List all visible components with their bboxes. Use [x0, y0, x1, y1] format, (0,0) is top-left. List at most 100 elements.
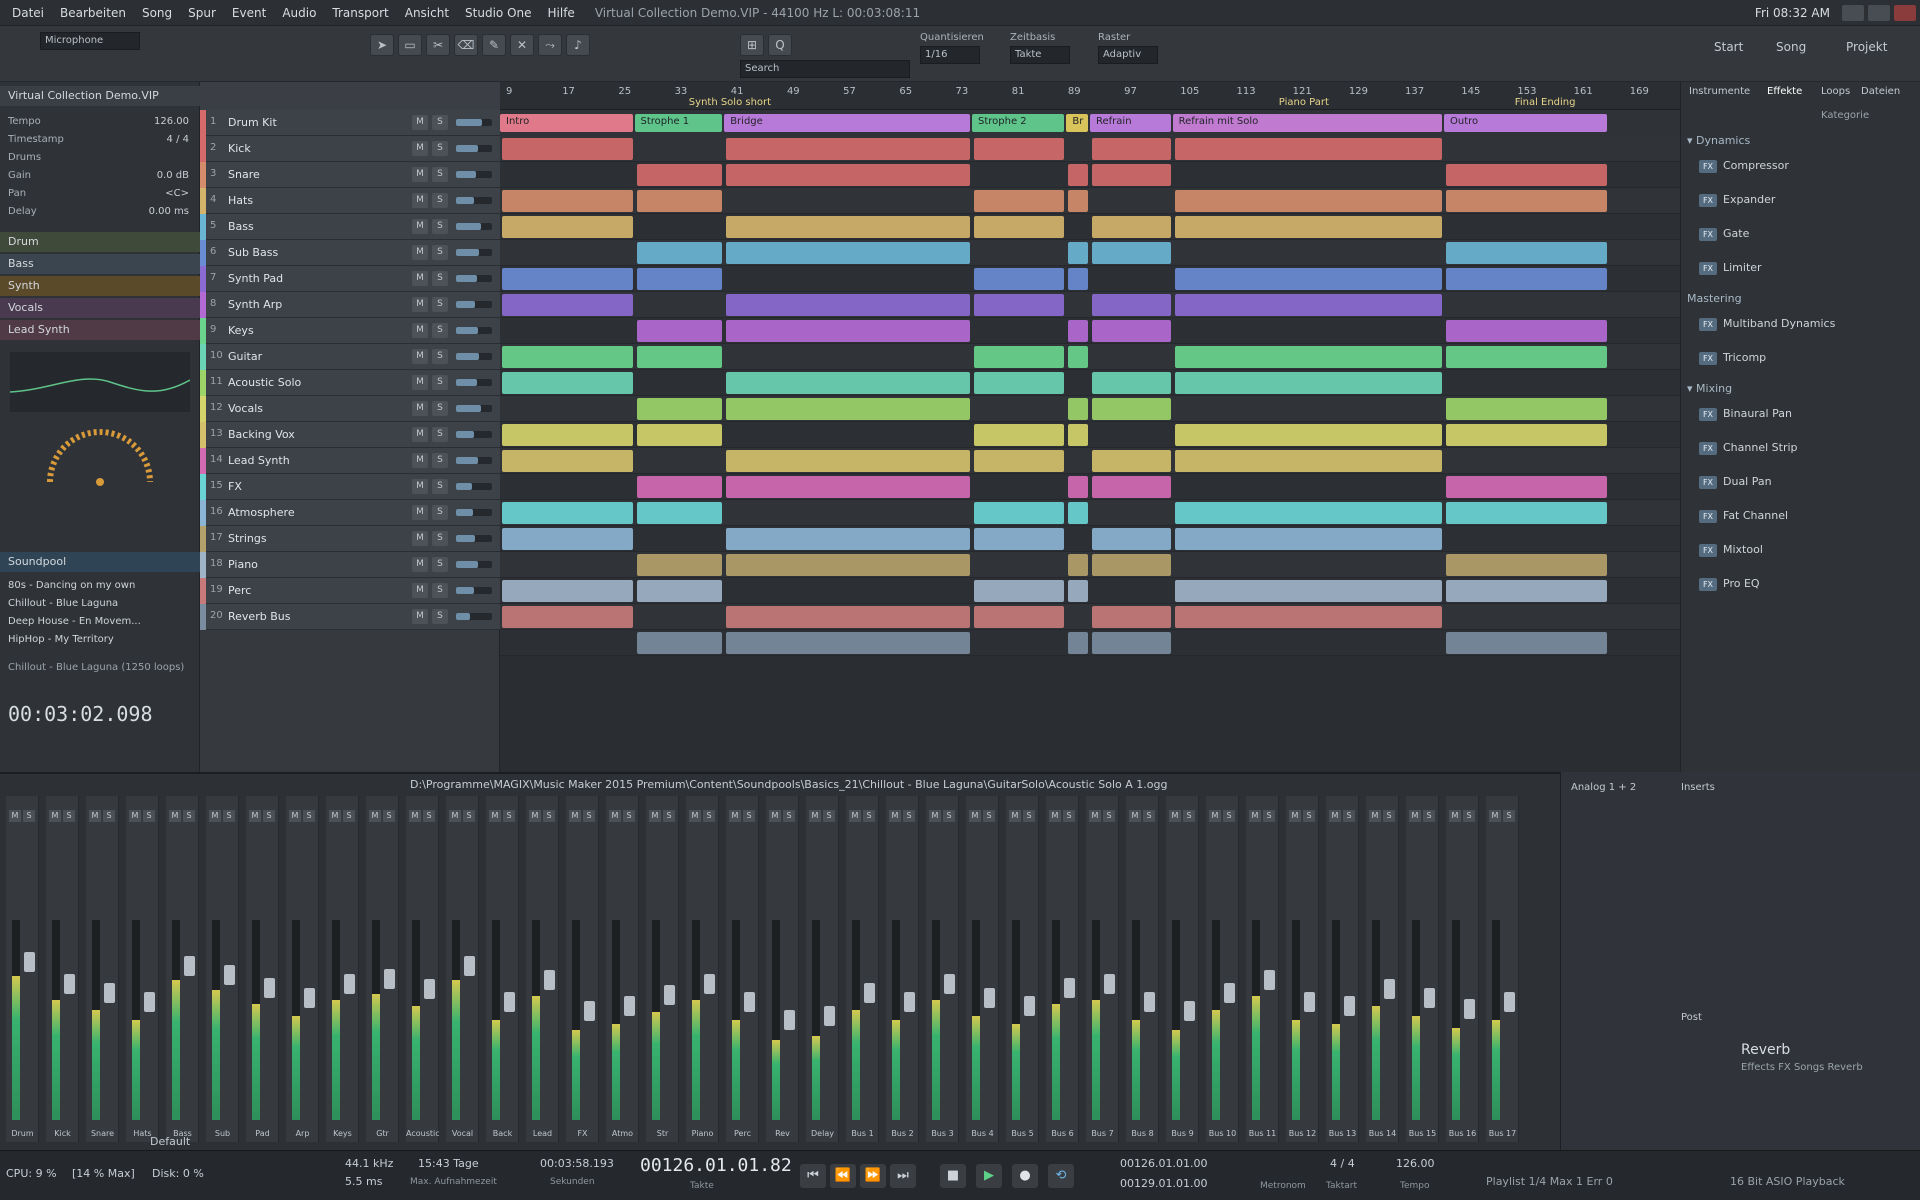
maximize-button[interactable]: [1868, 5, 1890, 21]
preset-select[interactable]: Default: [150, 1135, 190, 1148]
channel-fader[interactable]: [264, 977, 275, 998]
arranger-section[interactable]: Bridge: [724, 114, 970, 132]
mute-button[interactable]: M: [329, 810, 341, 822]
audio-clip[interactable]: [974, 580, 1065, 602]
solo-button[interactable]: S: [503, 810, 515, 822]
audio-clip[interactable]: [1092, 294, 1171, 316]
audio-clip[interactable]: [636, 502, 723, 524]
mixer-channel[interactable]: M S Kick: [46, 796, 79, 1142]
track-lane[interactable]: [500, 604, 1680, 630]
channel-fader[interactable]: [1304, 992, 1315, 1012]
solo-button[interactable]: S: [1383, 810, 1395, 822]
channel-fader[interactable]: [704, 974, 715, 994]
mixer-channel[interactable]: M S Bus 5: [1006, 796, 1039, 1142]
track-header[interactable]: 8 Synth Arp M S: [200, 292, 500, 318]
browser-folder[interactable]: Mastering: [1687, 292, 1742, 305]
audio-clip[interactable]: [1174, 424, 1442, 446]
inspector-row-value[interactable]: 4 / 4: [167, 134, 189, 145]
audio-clip[interactable]: [502, 528, 633, 550]
track-lane[interactable]: [500, 162, 1680, 188]
track-name[interactable]: FX: [228, 480, 242, 493]
mute-button[interactable]: M: [769, 810, 781, 822]
mixer-channel[interactable]: M S Back: [486, 796, 519, 1142]
track-lane[interactable]: [500, 188, 1680, 214]
track-name[interactable]: Acoustic Solo: [228, 376, 301, 389]
channel-fader[interactable]: [1264, 970, 1275, 991]
browser-item[interactable]: FX Mixtool: [1693, 540, 1909, 560]
audio-clip[interactable]: [636, 554, 723, 576]
track-volume-slider[interactable]: [456, 405, 492, 412]
audio-clip[interactable]: [726, 606, 970, 628]
browser-tab-instruments[interactable]: Instrumente: [1689, 86, 1750, 97]
browser-item[interactable]: FX Compressor: [1693, 156, 1909, 176]
mixer-channel[interactable]: M S Arp: [286, 796, 319, 1142]
track-lane[interactable]: [500, 396, 1680, 422]
browser-tab-effects[interactable]: Effekte: [1767, 86, 1802, 97]
mute-button[interactable]: M: [412, 583, 428, 598]
snap-icon[interactable]: ⊞: [740, 34, 764, 56]
track-header[interactable]: 12 Vocals M S: [200, 396, 500, 422]
mixer-channel[interactable]: M S Bus 17: [1486, 796, 1519, 1142]
track-name[interactable]: Hats: [228, 194, 253, 207]
solo-button[interactable]: S: [432, 427, 448, 442]
mute-button[interactable]: M: [609, 810, 621, 822]
audio-clip[interactable]: [636, 242, 723, 264]
soundpool-item[interactable]: HipHop - My Territory: [8, 634, 114, 645]
level-gauge-icon[interactable]: [40, 422, 160, 492]
audio-clip[interactable]: [636, 398, 723, 420]
audio-clip[interactable]: [1092, 450, 1171, 472]
solo-button[interactable]: S: [432, 557, 448, 572]
mixer-channel[interactable]: M S Str: [646, 796, 679, 1142]
mute-button[interactable]: M: [289, 810, 301, 822]
solo-button[interactable]: S: [1223, 810, 1235, 822]
mute-button[interactable]: M: [412, 557, 428, 572]
browser-tab-loops[interactable]: Loops: [1821, 86, 1850, 97]
menu-track[interactable]: Spur: [184, 4, 220, 22]
track-volume-slider[interactable]: [456, 483, 492, 490]
mute-button[interactable]: M: [1209, 810, 1221, 822]
audio-clip[interactable]: [726, 632, 970, 654]
forward-icon[interactable]: ⏩: [860, 1164, 886, 1188]
track-name[interactable]: Reverb Bus: [228, 610, 290, 623]
audio-clip[interactable]: [1092, 216, 1171, 238]
channel-fader[interactable]: [904, 992, 915, 1012]
audio-clip[interactable]: [1092, 632, 1171, 654]
channel-fader[interactable]: [24, 952, 35, 973]
mute-button[interactable]: M: [569, 810, 581, 822]
audio-clip[interactable]: [1174, 580, 1442, 602]
tempo-value[interactable]: 126.00: [1396, 1157, 1435, 1170]
mixer-channel[interactable]: M S Keys: [326, 796, 359, 1142]
close-button[interactable]: [1894, 5, 1916, 21]
search-input[interactable]: Search: [740, 60, 910, 78]
audio-clip[interactable]: [974, 294, 1065, 316]
mute-button[interactable]: M: [849, 810, 861, 822]
track-name[interactable]: Bass: [228, 220, 254, 233]
track-name[interactable]: Strings: [228, 532, 267, 545]
audio-clip[interactable]: [502, 606, 633, 628]
mute-button[interactable]: M: [1249, 810, 1261, 822]
position-display[interactable]: 00126.01.01.82: [640, 1155, 792, 1176]
channel-fader[interactable]: [1424, 988, 1435, 1009]
solo-button[interactable]: S: [1463, 810, 1475, 822]
browser-item[interactable]: FX Limiter: [1693, 258, 1909, 278]
mixer-channel[interactable]: M S Bus 12: [1286, 796, 1319, 1142]
track-volume-slider[interactable]: [456, 119, 492, 126]
track-name[interactable]: Backing Vox: [228, 428, 295, 441]
song-marker[interactable]: Final Ending: [1515, 97, 1576, 108]
quantize-select[interactable]: 1/16: [920, 46, 980, 64]
audio-clip[interactable]: [726, 476, 970, 498]
channel-fader[interactable]: [624, 995, 635, 1016]
channel-fader[interactable]: [864, 983, 875, 1003]
mute-button[interactable]: M: [412, 219, 428, 234]
track-header[interactable]: 20 Reverb Bus M S: [200, 604, 500, 630]
solo-button[interactable]: S: [423, 810, 435, 822]
mixer-channel[interactable]: M S Perc: [726, 796, 759, 1142]
solo-button[interactable]: S: [432, 375, 448, 390]
solo-button[interactable]: S: [432, 297, 448, 312]
audio-clip[interactable]: [502, 502, 633, 524]
track-volume-slider[interactable]: [456, 327, 492, 334]
track-lane[interactable]: [500, 370, 1680, 396]
timebase-select[interactable]: Takte: [1010, 46, 1070, 64]
range-tool-icon[interactable]: ▭: [398, 34, 422, 56]
arranger-section[interactable]: Br: [1066, 114, 1088, 132]
